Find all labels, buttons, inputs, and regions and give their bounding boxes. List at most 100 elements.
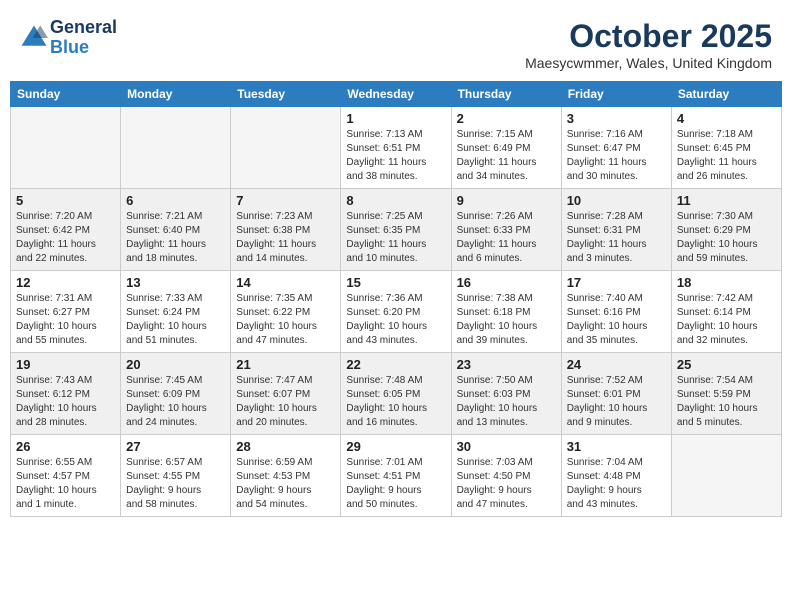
table-row: 14 Sunrise: 7:35 AM Sunset: 6:22 PM Dayli…: [231, 271, 341, 353]
day-info: Sunrise: 7:31 AM Sunset: 6:27 PM Dayligh…: [16, 292, 115, 348]
day-info: Sunrise: 7:13 AM Sunset: 6:51 PM Dayligh…: [346, 128, 445, 184]
table-row: [671, 435, 781, 517]
day-number: 29: [346, 439, 445, 454]
header-tuesday: Tuesday: [231, 82, 341, 107]
day-info: Sunrise: 6:59 AM Sunset: 4:53 PM Dayligh…: [236, 456, 335, 512]
table-row: 28 Sunrise: 6:59 AM Sunset: 4:53 PM Dayli…: [231, 435, 341, 517]
table-row: 30 Sunrise: 7:03 AM Sunset: 4:50 PM Dayli…: [451, 435, 561, 517]
table-row: 11 Sunrise: 7:30 AM Sunset: 6:29 PM Dayli…: [671, 189, 781, 271]
day-number: 26: [16, 439, 115, 454]
table-row: 20Sunrise: 7:45 AM Sunset: 6:09 PM Dayli…: [121, 353, 231, 435]
day-info: Sunrise: 6:55 AM Sunset: 4:57 PM Dayligh…: [16, 456, 115, 512]
day-number: 25: [677, 357, 776, 372]
calendar-week-row: 19 Sunrise: 7:43 AM Sunset: 6:12 PM Dayli…: [11, 353, 782, 435]
day-info: Sunrise: 7:18 AM Sunset: 6:45 PM Dayligh…: [677, 128, 776, 184]
table-row: 17 Sunrise: 7:40 AM Sunset: 6:16 PM Dayli…: [561, 271, 671, 353]
calendar-subtitle: Maesycwmmer, Wales, United Kingdom: [525, 55, 772, 71]
day-info: Sunrise: 7:01 AM Sunset: 4:51 PM Dayligh…: [346, 456, 445, 512]
header-thursday: Thursday: [451, 82, 561, 107]
day-info: Sunrise: 6:57 AM Sunset: 4:55 PM Dayligh…: [126, 456, 225, 512]
table-row: 21Sunrise: 7:47 AM Sunset: 6:07 PM Dayli…: [231, 353, 341, 435]
table-row: [231, 107, 341, 189]
day-number: 14: [236, 275, 335, 290]
table-row: 22Sunrise: 7:48 AM Sunset: 6:05 PM Dayli…: [341, 353, 451, 435]
table-row: 6Sunrise: 7:21 AM Sunset: 6:40 PM Daylig…: [121, 189, 231, 271]
table-row: 26 Sunrise: 6:55 AM Sunset: 4:57 PM Dayli…: [11, 435, 121, 517]
day-info: Sunrise: 7:40 AM Sunset: 6:16 PM Dayligh…: [567, 292, 666, 348]
header-friday: Friday: [561, 82, 671, 107]
calendar-week-row: 5Sunrise: 7:20 AM Sunset: 6:42 PM Daylig…: [11, 189, 782, 271]
table-row: 15Sunrise: 7:36 AM Sunset: 6:20 PM Dayli…: [341, 271, 451, 353]
day-info: Sunrise: 7:38 AM Sunset: 6:18 PM Dayligh…: [457, 292, 556, 348]
day-info: Sunrise: 7:52 AM Sunset: 6:01 PM Dayligh…: [567, 374, 666, 430]
day-number: 4: [677, 111, 776, 126]
day-number: 17: [567, 275, 666, 290]
day-info: Sunrise: 7:21 AM Sunset: 6:40 PM Dayligh…: [126, 210, 225, 266]
day-number: 16: [457, 275, 556, 290]
day-number: 3: [567, 111, 666, 126]
title-block: October 2025 Maesycwmmer, Wales, United …: [525, 18, 772, 71]
day-number: 10: [567, 193, 666, 208]
day-number: 15: [346, 275, 445, 290]
day-info: Sunrise: 7:48 AM Sunset: 6:05 PM Dayligh…: [346, 374, 445, 430]
table-row: 1 Sunrise: 7:13 AM Sunset: 6:51 PM Daylig…: [341, 107, 451, 189]
day-number: 11: [677, 193, 776, 208]
day-info: Sunrise: 7:26 AM Sunset: 6:33 PM Dayligh…: [457, 210, 556, 266]
table-row: 8 Sunrise: 7:25 AM Sunset: 6:35 PM Daylig…: [341, 189, 451, 271]
table-row: 29 Sunrise: 7:01 AM Sunset: 4:51 PM Dayli…: [341, 435, 451, 517]
table-row: 25 Sunrise: 7:54 AM Sunset: 5:59 PM Dayli…: [671, 353, 781, 435]
table-row: 19 Sunrise: 7:43 AM Sunset: 6:12 PM Dayli…: [11, 353, 121, 435]
day-info: Sunrise: 7:25 AM Sunset: 6:35 PM Dayligh…: [346, 210, 445, 266]
table-row: 7 Sunrise: 7:23 AM Sunset: 6:38 PM Daylig…: [231, 189, 341, 271]
logo: General Blue: [20, 18, 117, 58]
day-info: Sunrise: 7:43 AM Sunset: 6:12 PM Dayligh…: [16, 374, 115, 430]
day-info: Sunrise: 7:15 AM Sunset: 6:49 PM Dayligh…: [457, 128, 556, 184]
day-number: 9: [457, 193, 556, 208]
header-monday: Monday: [121, 82, 231, 107]
day-number: 19: [16, 357, 115, 372]
table-row: 24 Sunrise: 7:52 AM Sunset: 6:01 PM Dayli…: [561, 353, 671, 435]
day-number: 18: [677, 275, 776, 290]
table-row: [11, 107, 121, 189]
day-info: Sunrise: 7:04 AM Sunset: 4:48 PM Dayligh…: [567, 456, 666, 512]
header-wednesday: Wednesday: [341, 82, 451, 107]
table-row: 27 Sunrise: 6:57 AM Sunset: 4:55 PM Dayli…: [121, 435, 231, 517]
table-row: [121, 107, 231, 189]
day-number: 1: [346, 111, 445, 126]
day-info: Sunrise: 7:42 AM Sunset: 6:14 PM Dayligh…: [677, 292, 776, 348]
days-header-row: Sunday Monday Tuesday Wednesday Thursday…: [11, 82, 782, 107]
day-number: 24: [567, 357, 666, 372]
day-info: Sunrise: 7:20 AM Sunset: 6:42 PM Dayligh…: [16, 210, 115, 266]
day-number: 7: [236, 193, 335, 208]
day-info: Sunrise: 7:23 AM Sunset: 6:38 PM Dayligh…: [236, 210, 335, 266]
day-info: Sunrise: 7:16 AM Sunset: 6:47 PM Dayligh…: [567, 128, 666, 184]
day-info: Sunrise: 7:54 AM Sunset: 5:59 PM Dayligh…: [677, 374, 776, 430]
day-info: Sunrise: 7:50 AM Sunset: 6:03 PM Dayligh…: [457, 374, 556, 430]
table-row: 2Sunrise: 7:15 AM Sunset: 6:49 PM Daylig…: [451, 107, 561, 189]
day-number: 30: [457, 439, 556, 454]
day-info: Sunrise: 7:35 AM Sunset: 6:22 PM Dayligh…: [236, 292, 335, 348]
header-sunday: Sunday: [11, 82, 121, 107]
table-row: 31 Sunrise: 7:04 AM Sunset: 4:48 PM Dayli…: [561, 435, 671, 517]
day-info: Sunrise: 7:33 AM Sunset: 6:24 PM Dayligh…: [126, 292, 225, 348]
logo-icon: [20, 24, 48, 52]
page-header: General Blue October 2025 Maesycwmmer, W…: [10, 10, 782, 75]
calendar-week-row: 1 Sunrise: 7:13 AM Sunset: 6:51 PM Daylig…: [11, 107, 782, 189]
table-row: 5Sunrise: 7:20 AM Sunset: 6:42 PM Daylig…: [11, 189, 121, 271]
table-row: 9 Sunrise: 7:26 AM Sunset: 6:33 PM Daylig…: [451, 189, 561, 271]
day-number: 27: [126, 439, 225, 454]
day-number: 31: [567, 439, 666, 454]
table-row: 3 Sunrise: 7:16 AM Sunset: 6:47 PM Daylig…: [561, 107, 671, 189]
day-info: Sunrise: 7:47 AM Sunset: 6:07 PM Dayligh…: [236, 374, 335, 430]
table-row: 12Sunrise: 7:31 AM Sunset: 6:27 PM Dayli…: [11, 271, 121, 353]
day-info: Sunrise: 7:03 AM Sunset: 4:50 PM Dayligh…: [457, 456, 556, 512]
logo-general: General: [50, 17, 117, 37]
day-number: 8: [346, 193, 445, 208]
day-number: 28: [236, 439, 335, 454]
calendar-week-row: 12Sunrise: 7:31 AM Sunset: 6:27 PM Dayli…: [11, 271, 782, 353]
day-number: 13: [126, 275, 225, 290]
table-row: 4 Sunrise: 7:18 AM Sunset: 6:45 PM Daylig…: [671, 107, 781, 189]
table-row: 10Sunrise: 7:28 AM Sunset: 6:31 PM Dayli…: [561, 189, 671, 271]
table-row: 23Sunrise: 7:50 AM Sunset: 6:03 PM Dayli…: [451, 353, 561, 435]
day-info: Sunrise: 7:30 AM Sunset: 6:29 PM Dayligh…: [677, 210, 776, 266]
